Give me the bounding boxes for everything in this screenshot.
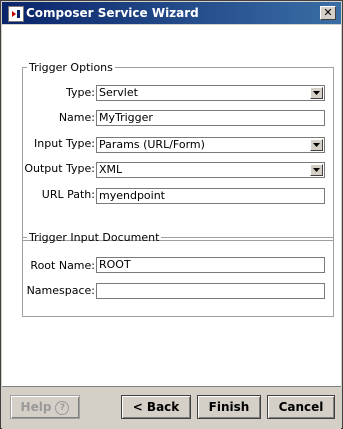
content-area: Trigger Options Type: Servlet Name: MyTr…: [2, 25, 341, 386]
close-icon[interactable]: ✕: [320, 6, 336, 20]
url-path-input[interactable]: myendpoint: [96, 188, 325, 204]
chevron-down-icon[interactable]: [310, 164, 323, 176]
input-type-value: Params (URL/Form): [99, 138, 205, 151]
type-label: Type:: [66, 86, 95, 99]
wizard-window: Composer Service Wizard ✕ Trigger Option…: [0, 0, 343, 429]
input-type-row: Input Type:: [2, 136, 95, 153]
app-icon: [8, 6, 24, 22]
type-value: Servlet: [99, 86, 138, 99]
output-type-row: Output Type:: [2, 161, 95, 178]
title-bar[interactable]: Composer Service Wizard ✕: [2, 2, 341, 24]
trigger-input-document-legend: Trigger Input Document: [29, 231, 160, 244]
root-name-row: Root Name:: [2, 258, 95, 275]
trigger-options-legend: Trigger Options: [29, 61, 113, 74]
finish-button[interactable]: Finish: [197, 395, 261, 419]
type-row: Type:: [2, 85, 95, 102]
name-row: Name:: [2, 110, 95, 127]
root-name-label: Root Name:: [30, 259, 95, 272]
input-type-label: Input Type:: [34, 137, 95, 150]
cancel-button[interactable]: Cancel: [267, 395, 335, 419]
name-label: Name:: [58, 111, 95, 124]
button-bar: Help? < Back Finish Cancel: [2, 386, 341, 429]
url-path-label: URL Path:: [41, 188, 95, 201]
output-type-value: XML: [99, 163, 123, 176]
window-title: Composer Service Wizard: [26, 6, 199, 20]
name-input[interactable]: MyTrigger: [96, 110, 325, 126]
output-type-label: Output Type:: [24, 162, 95, 175]
help-button-label: Help: [20, 400, 52, 414]
namespace-input[interactable]: [96, 283, 325, 299]
back-button[interactable]: < Back: [121, 395, 191, 419]
namespace-label: Namespace:: [26, 284, 95, 297]
output-type-select[interactable]: XML: [96, 162, 325, 178]
input-type-select[interactable]: Params (URL/Form): [96, 137, 325, 153]
root-name-input[interactable]: ROOT: [96, 257, 325, 273]
type-select[interactable]: Servlet: [96, 85, 325, 101]
url-path-row: URL Path:: [2, 187, 95, 204]
help-icon: ?: [55, 400, 70, 415]
help-button[interactable]: Help?: [10, 395, 80, 419]
chevron-down-icon[interactable]: [310, 139, 323, 151]
chevron-down-icon[interactable]: [310, 87, 323, 99]
namespace-row: Namespace:: [2, 283, 95, 300]
